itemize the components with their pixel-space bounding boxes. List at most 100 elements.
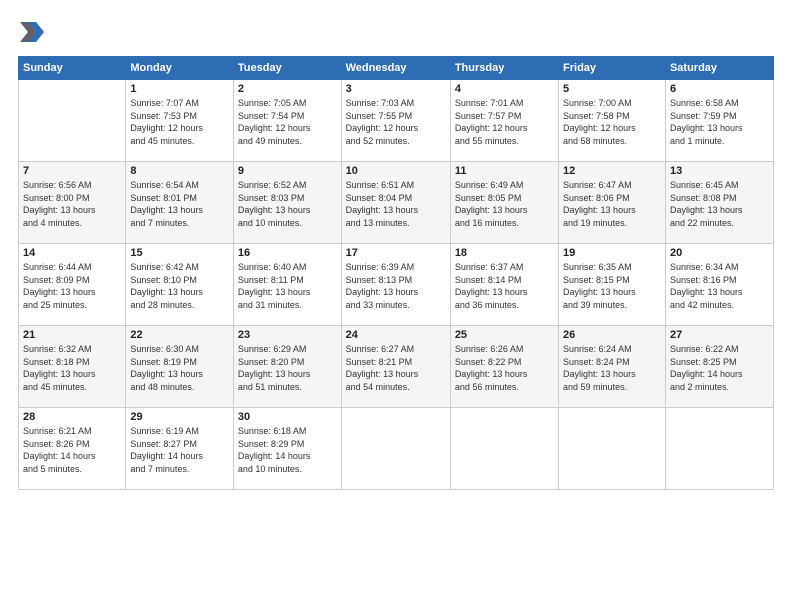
day-info: Sunrise: 6:21 AM Sunset: 8:26 PM Dayligh…	[23, 425, 121, 475]
day-info: Sunrise: 7:05 AM Sunset: 7:54 PM Dayligh…	[238, 97, 337, 147]
day-info: Sunrise: 6:56 AM Sunset: 8:00 PM Dayligh…	[23, 179, 121, 229]
day-number: 12	[563, 165, 661, 177]
day-info: Sunrise: 6:34 AM Sunset: 8:16 PM Dayligh…	[670, 261, 769, 311]
day-info: Sunrise: 7:01 AM Sunset: 7:57 PM Dayligh…	[455, 97, 554, 147]
calendar-cell: 8 Sunrise: 6:54 AM Sunset: 8:01 PM Daylig…	[126, 162, 234, 244]
calendar-cell: 3Sunrise: 7:03 AM Sunset: 7:55 PM Daylig…	[341, 80, 450, 162]
calendar-cell	[665, 408, 773, 490]
calendar-cell: 1Sunrise: 7:07 AM Sunset: 7:53 PM Daylig…	[126, 80, 234, 162]
calendar-cell: 13Sunrise: 6:45 AM Sunset: 8:08 PM Dayli…	[665, 162, 773, 244]
week-row-2: 7 Sunrise: 6:56 AM Sunset: 8:00 PM Daylig…	[19, 162, 774, 244]
day-info: Sunrise: 6:40 AM Sunset: 8:11 PM Dayligh…	[238, 261, 337, 311]
day-number: 15	[130, 247, 229, 259]
header-sunday: Sunday	[19, 57, 126, 80]
day-number: 23	[238, 329, 337, 341]
day-number: 19	[563, 247, 661, 259]
calendar-cell: 22Sunrise: 6:30 AM Sunset: 8:19 PM Dayli…	[126, 326, 234, 408]
day-number: 9	[238, 165, 337, 177]
calendar-cell: 21 Sunrise: 6:32 AM Sunset: 8:18 PM Dayli…	[19, 326, 126, 408]
header-wednesday: Wednesday	[341, 57, 450, 80]
calendar-cell: 24 Sunrise: 6:27 AM Sunset: 8:21 PM Dayli…	[341, 326, 450, 408]
day-number: 11	[455, 165, 554, 177]
week-row-1: 1Sunrise: 7:07 AM Sunset: 7:53 PM Daylig…	[19, 80, 774, 162]
calendar-header-row: SundayMondayTuesdayWednesdayThursdayFrid…	[19, 57, 774, 80]
day-info: Sunrise: 7:00 AM Sunset: 7:58 PM Dayligh…	[563, 97, 661, 147]
day-number: 28	[23, 411, 121, 423]
day-number: 10	[346, 165, 446, 177]
calendar-cell: 29Sunrise: 6:19 AM Sunset: 8:27 PM Dayli…	[126, 408, 234, 490]
calendar-cell: 28 Sunrise: 6:21 AM Sunset: 8:26 PM Dayli…	[19, 408, 126, 490]
calendar-cell	[559, 408, 666, 490]
week-row-3: 14 Sunrise: 6:44 AM Sunset: 8:09 PM Dayli…	[19, 244, 774, 326]
day-info: Sunrise: 6:39 AM Sunset: 8:13 PM Dayligh…	[346, 261, 446, 311]
calendar-cell: 30 Sunrise: 6:18 AM Sunset: 8:29 PM Dayli…	[233, 408, 341, 490]
header-saturday: Saturday	[665, 57, 773, 80]
calendar-cell: 4 Sunrise: 7:01 AM Sunset: 7:57 PM Daylig…	[450, 80, 558, 162]
calendar-cell: 10 Sunrise: 6:51 AM Sunset: 8:04 PM Dayli…	[341, 162, 450, 244]
day-number: 4	[455, 83, 554, 95]
header-monday: Monday	[126, 57, 234, 80]
calendar-cell: 15 Sunrise: 6:42 AM Sunset: 8:10 PM Dayli…	[126, 244, 234, 326]
day-number: 30	[238, 411, 337, 423]
day-number: 18	[455, 247, 554, 259]
day-number: 17	[346, 247, 446, 259]
day-info: Sunrise: 6:51 AM Sunset: 8:04 PM Dayligh…	[346, 179, 446, 229]
day-info: Sunrise: 6:54 AM Sunset: 8:01 PM Dayligh…	[130, 179, 229, 229]
day-number: 14	[23, 247, 121, 259]
day-number: 6	[670, 83, 769, 95]
header-thursday: Thursday	[450, 57, 558, 80]
day-info: Sunrise: 6:42 AM Sunset: 8:10 PM Dayligh…	[130, 261, 229, 311]
calendar-cell	[19, 80, 126, 162]
week-row-5: 28 Sunrise: 6:21 AM Sunset: 8:26 PM Dayli…	[19, 408, 774, 490]
day-number: 24	[346, 329, 446, 341]
calendar-cell	[450, 408, 558, 490]
day-info: Sunrise: 6:18 AM Sunset: 8:29 PM Dayligh…	[238, 425, 337, 475]
calendar-cell: 2 Sunrise: 7:05 AM Sunset: 7:54 PM Daylig…	[233, 80, 341, 162]
day-number: 16	[238, 247, 337, 259]
calendar-cell: 16 Sunrise: 6:40 AM Sunset: 8:11 PM Dayli…	[233, 244, 341, 326]
day-info: Sunrise: 6:44 AM Sunset: 8:09 PM Dayligh…	[23, 261, 121, 311]
calendar-cell: 5 Sunrise: 7:00 AM Sunset: 7:58 PM Daylig…	[559, 80, 666, 162]
day-number: 7	[23, 165, 121, 177]
day-number: 29	[130, 411, 229, 423]
calendar-cell: 18 Sunrise: 6:37 AM Sunset: 8:14 PM Dayli…	[450, 244, 558, 326]
day-info: Sunrise: 6:45 AM Sunset: 8:08 PM Dayligh…	[670, 179, 769, 229]
calendar-cell: 23 Sunrise: 6:29 AM Sunset: 8:20 PM Dayli…	[233, 326, 341, 408]
day-number: 5	[563, 83, 661, 95]
day-info: Sunrise: 6:27 AM Sunset: 8:21 PM Dayligh…	[346, 343, 446, 393]
day-info: Sunrise: 6:37 AM Sunset: 8:14 PM Dayligh…	[455, 261, 554, 311]
day-number: 21	[23, 329, 121, 341]
calendar-cell	[341, 408, 450, 490]
calendar-cell: 9 Sunrise: 6:52 AM Sunset: 8:03 PM Daylig…	[233, 162, 341, 244]
day-info: Sunrise: 6:24 AM Sunset: 8:24 PM Dayligh…	[563, 343, 661, 393]
calendar-cell: 26 Sunrise: 6:24 AM Sunset: 8:24 PM Dayli…	[559, 326, 666, 408]
day-info: Sunrise: 6:22 AM Sunset: 8:25 PM Dayligh…	[670, 343, 769, 393]
calendar-cell: 6 Sunrise: 6:58 AM Sunset: 7:59 PM Daylig…	[665, 80, 773, 162]
day-info: Sunrise: 6:52 AM Sunset: 8:03 PM Dayligh…	[238, 179, 337, 229]
day-info: Sunrise: 6:29 AM Sunset: 8:20 PM Dayligh…	[238, 343, 337, 393]
day-info: Sunrise: 6:49 AM Sunset: 8:05 PM Dayligh…	[455, 179, 554, 229]
calendar-table: SundayMondayTuesdayWednesdayThursdayFrid…	[18, 56, 774, 490]
calendar-cell: 17 Sunrise: 6:39 AM Sunset: 8:13 PM Dayli…	[341, 244, 450, 326]
day-info: Sunrise: 6:30 AM Sunset: 8:19 PM Dayligh…	[130, 343, 229, 393]
calendar-cell: 7 Sunrise: 6:56 AM Sunset: 8:00 PM Daylig…	[19, 162, 126, 244]
page: SundayMondayTuesdayWednesdayThursdayFrid…	[0, 0, 792, 500]
day-info: Sunrise: 6:58 AM Sunset: 7:59 PM Dayligh…	[670, 97, 769, 147]
logo	[18, 18, 50, 46]
calendar-cell: 20Sunrise: 6:34 AM Sunset: 8:16 PM Dayli…	[665, 244, 773, 326]
day-number: 27	[670, 329, 769, 341]
calendar-cell: 12Sunrise: 6:47 AM Sunset: 8:06 PM Dayli…	[559, 162, 666, 244]
day-number: 25	[455, 329, 554, 341]
day-info: Sunrise: 7:03 AM Sunset: 7:55 PM Dayligh…	[346, 97, 446, 147]
week-row-4: 21 Sunrise: 6:32 AM Sunset: 8:18 PM Dayli…	[19, 326, 774, 408]
day-info: Sunrise: 6:32 AM Sunset: 8:18 PM Dayligh…	[23, 343, 121, 393]
calendar-cell: 11 Sunrise: 6:49 AM Sunset: 8:05 PM Dayli…	[450, 162, 558, 244]
logo-icon	[18, 18, 46, 46]
day-number: 8	[130, 165, 229, 177]
day-info: Sunrise: 6:26 AM Sunset: 8:22 PM Dayligh…	[455, 343, 554, 393]
header	[18, 18, 774, 46]
calendar-cell: 27 Sunrise: 6:22 AM Sunset: 8:25 PM Dayli…	[665, 326, 773, 408]
day-number: 2	[238, 83, 337, 95]
day-number: 26	[563, 329, 661, 341]
header-friday: Friday	[559, 57, 666, 80]
